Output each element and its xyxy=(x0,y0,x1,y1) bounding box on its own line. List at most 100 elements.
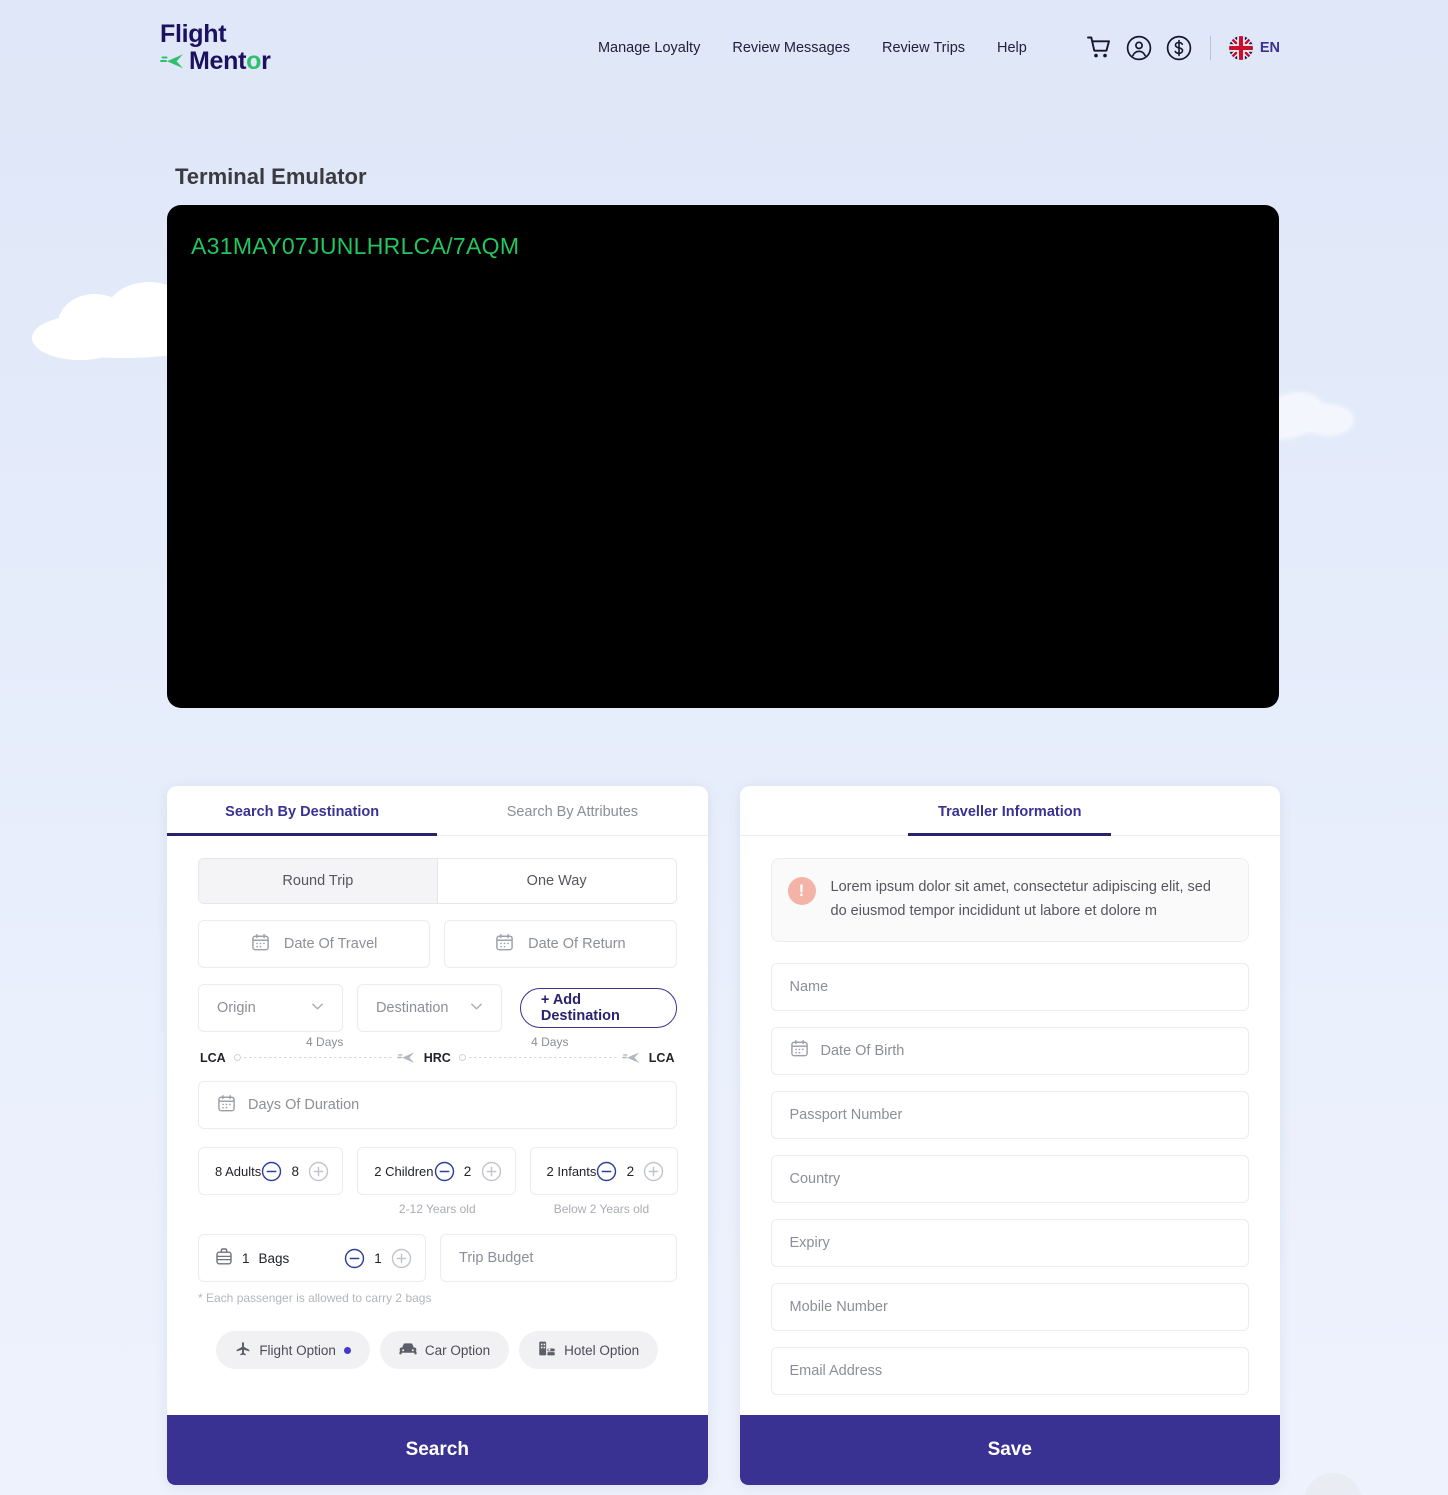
calendar-icon xyxy=(790,1039,809,1062)
passenger-hints: 2-12 Years old Below 2 Years old xyxy=(198,1202,677,1216)
plane-icon xyxy=(235,1341,251,1360)
email-address-field[interactable]: Email Address xyxy=(770,1346,1249,1395)
adults-increment-button[interactable] xyxy=(308,1161,329,1182)
infants-stepper: 2 Infants 2 xyxy=(529,1147,679,1195)
shopping-cart-icon[interactable] xyxy=(1086,36,1112,59)
save-button[interactable]: Save xyxy=(739,1414,1280,1485)
nav-review-messages[interactable]: Review Messages xyxy=(732,40,850,56)
route-leg1-days: 4 Days xyxy=(306,1035,344,1049)
scroll-indicator xyxy=(1268,1448,1275,1455)
destination-label: Destination xyxy=(375,1000,449,1016)
bags-value: 1 xyxy=(374,1250,382,1266)
terminal-emulator[interactable]: A31MAY07JUNLHRLCA/7AQM xyxy=(167,205,1279,708)
passport-number-field[interactable]: Passport Number xyxy=(770,1090,1249,1139)
route-segment-1: 4 Days xyxy=(226,1035,424,1065)
calendar-icon xyxy=(217,1094,236,1117)
date-of-travel-input[interactable]: Date Of Travel xyxy=(198,920,431,968)
flight-option-selected-dot xyxy=(343,1346,351,1354)
app-screen: Flight Mentor Manage Loyalty Review Mess… xyxy=(0,0,1448,1495)
children-increment-button[interactable] xyxy=(481,1161,502,1182)
adults-decrement-button[interactable] xyxy=(261,1161,282,1182)
route-middle-code: HRC xyxy=(423,1050,451,1065)
tab-traveller-information[interactable]: Traveller Information xyxy=(908,786,1112,836)
hotel-option-pill[interactable]: Hotel Option xyxy=(519,1331,659,1369)
children-stepper: 2 Children 2 xyxy=(357,1147,516,1195)
trip-budget-input[interactable]: Trip Budget xyxy=(440,1234,677,1282)
search-button[interactable]: Search xyxy=(167,1414,708,1485)
infants-increment-button[interactable] xyxy=(643,1161,664,1182)
children-hint: 2-12 Years old xyxy=(398,1202,476,1216)
passenger-steppers: 8 Adults 8 2 Children 2 2 Infants 2 xyxy=(198,1147,679,1195)
tab-search-by-destination[interactable]: Search By Destination xyxy=(167,786,438,836)
date-of-travel-placeholder: Date Of Travel xyxy=(283,936,378,952)
country-field[interactable]: Country xyxy=(770,1154,1249,1203)
traveller-card-body: ! Lorem ipsum dolor sit amet, consectetu… xyxy=(740,836,1281,1415)
calendar-icon xyxy=(251,933,270,956)
search-tabs: Search By Destination Search By Attribut… xyxy=(167,786,708,836)
mobile-number-field[interactable]: Mobile Number xyxy=(770,1282,1249,1331)
route-dot xyxy=(233,1054,241,1061)
calendar-icon xyxy=(495,933,514,956)
children-decrement-button[interactable] xyxy=(434,1161,455,1182)
bags-stepper: 1 Bags 1 xyxy=(198,1234,426,1282)
bags-increment-button[interactable] xyxy=(391,1248,412,1269)
route-origin-code: LCA xyxy=(200,1050,226,1065)
route-segment-2: 4 Days xyxy=(451,1035,649,1065)
dollar-circle-icon[interactable] xyxy=(1166,35,1192,61)
car-option-pill[interactable]: Car Option xyxy=(379,1331,510,1369)
route-leg2-days: 4 Days xyxy=(531,1035,569,1049)
nav-review-trips[interactable]: Review Trips xyxy=(882,40,965,56)
children-label: 2 Children xyxy=(374,1163,434,1179)
trip-type-toggle: Round Trip One Way xyxy=(198,858,677,904)
date-of-birth-field[interactable]: Date Of Birth xyxy=(770,1026,1249,1075)
country-placeholder: Country xyxy=(789,1170,841,1187)
search-card-body: Round Trip One Way Date Of Travel Date O… xyxy=(167,836,708,1415)
mobile-number-placeholder: Mobile Number xyxy=(789,1298,888,1315)
days-of-duration-placeholder: Days Of Duration xyxy=(248,1097,360,1113)
route-end-code: LCA xyxy=(648,1050,675,1065)
main-navigation: Manage Loyalty Review Messages Review Tr… xyxy=(598,35,1280,61)
suitcase-icon xyxy=(215,1247,233,1269)
adults-value: 8 xyxy=(291,1163,300,1179)
trip-type-one-way[interactable]: One Way xyxy=(437,859,676,903)
flight-option-pill[interactable]: Flight Option xyxy=(216,1331,370,1369)
nav-help[interactable]: Help xyxy=(997,40,1027,56)
infants-decrement-button[interactable] xyxy=(596,1161,617,1182)
destination-row: Origin Destination + Add Destination xyxy=(198,984,677,1032)
chat-widget-button[interactable] xyxy=(1304,1473,1362,1495)
bags-decrement-button[interactable] xyxy=(344,1248,365,1269)
header-divider xyxy=(1209,35,1211,60)
chevron-down-icon xyxy=(309,998,326,1019)
nav-manage-loyalty[interactable]: Manage Loyalty xyxy=(598,40,700,56)
language-selector[interactable]: EN xyxy=(1228,35,1280,60)
days-of-duration-input[interactable]: Days Of Duration xyxy=(198,1081,677,1129)
search-card: Search By Destination Search By Attribut… xyxy=(167,786,708,1485)
destination-select[interactable]: Destination xyxy=(356,984,502,1032)
uk-flag-icon xyxy=(1228,35,1253,60)
date-of-return-input[interactable]: Date Of Return xyxy=(444,920,677,968)
origin-select[interactable]: Origin xyxy=(198,984,343,1032)
bags-label: Bags xyxy=(258,1250,290,1266)
logo[interactable]: Flight Mentor xyxy=(160,19,271,75)
expiry-field[interactable]: Expiry xyxy=(770,1218,1249,1267)
email-address-placeholder: Email Address xyxy=(789,1362,883,1379)
user-circle-icon[interactable] xyxy=(1126,35,1152,61)
panels-container: Search By Destination Search By Attribut… xyxy=(167,786,1280,1485)
expiry-placeholder: Expiry xyxy=(789,1234,830,1251)
name-field[interactable]: Name xyxy=(770,962,1249,1011)
infants-hint: Below 2 Years old xyxy=(553,1202,650,1216)
flight-option-label: Flight Option xyxy=(259,1342,336,1358)
logo-text-flight: Flight xyxy=(160,19,227,48)
date-of-return-placeholder: Date Of Return xyxy=(528,936,626,952)
date-row: Date Of Travel Date Of Return xyxy=(198,920,677,968)
traveller-alert: ! Lorem ipsum dolor sit amet, consectetu… xyxy=(770,858,1249,942)
route-dot xyxy=(458,1054,466,1061)
language-label: EN xyxy=(1259,39,1280,56)
tab-search-by-attributes[interactable]: Search By Attributes xyxy=(437,786,707,835)
logo-text-mentor: Mentor xyxy=(189,46,271,75)
header-icon-group: EN xyxy=(1086,35,1280,61)
bags-budget-row: 1 Bags 1 Trip Budget xyxy=(198,1234,677,1282)
trip-type-round-trip[interactable]: Round Trip xyxy=(199,859,438,903)
add-destination-button[interactable]: + Add Destination xyxy=(519,988,677,1028)
infants-label: 2 Infants xyxy=(546,1163,597,1179)
